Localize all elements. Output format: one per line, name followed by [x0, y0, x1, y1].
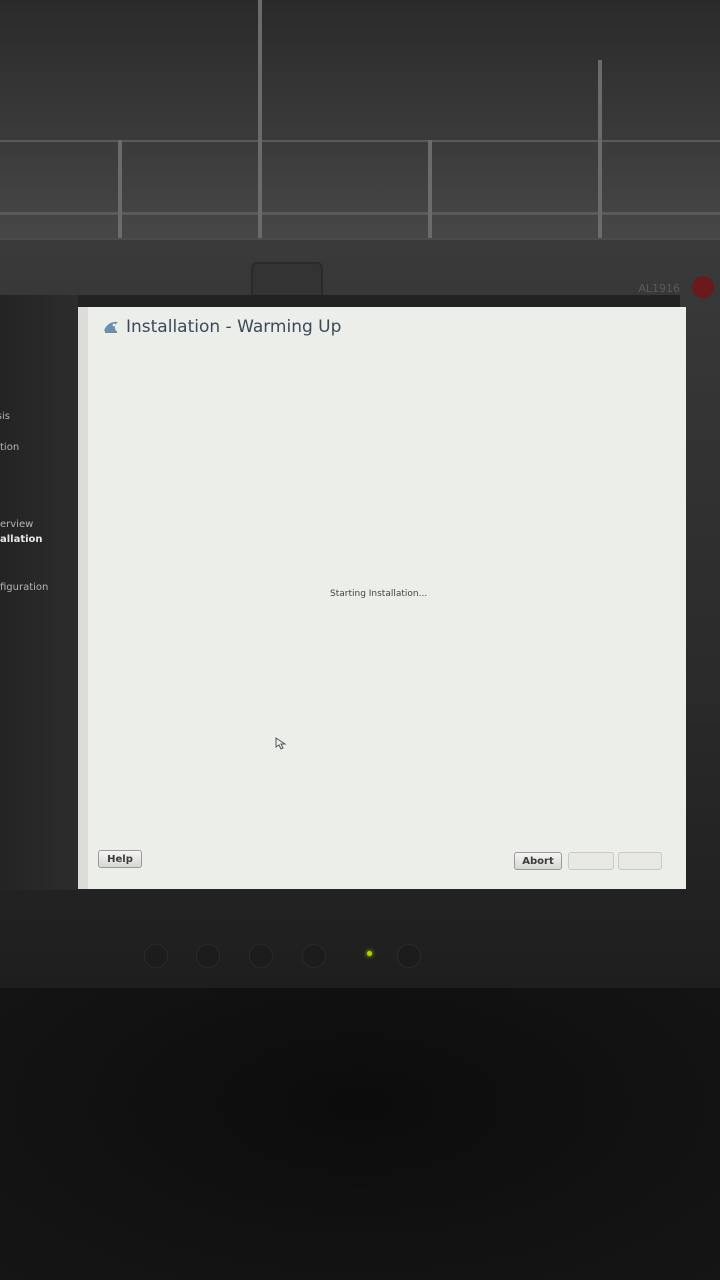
ceiling-support: [258, 0, 262, 240]
ceiling-support: [428, 140, 432, 240]
ceiling-support: [598, 60, 602, 240]
sidebar-item: erview: [0, 519, 34, 530]
sidebar-item-active: allation: [0, 534, 43, 545]
background-room: [0, 0, 720, 260]
monitor-control-button[interactable]: [144, 944, 168, 968]
next-button[interactable]: [618, 852, 662, 870]
chameleon-logo-icon: [102, 318, 120, 336]
help-button[interactable]: Help: [98, 850, 142, 868]
mouse-pointer-icon: [274, 735, 288, 750]
installer-sidebar: sis tion erview allation figuration: [0, 295, 78, 890]
power-button[interactable]: [397, 944, 421, 968]
ceiling-beam: [0, 140, 720, 142]
abort-button[interactable]: Abort: [514, 852, 562, 870]
monitor-control-button[interactable]: [249, 944, 273, 968]
page-title: Installation - Warming Up: [126, 317, 342, 337]
sidebar-item: sis: [0, 411, 10, 422]
installer-header: Installation - Warming Up: [102, 317, 341, 337]
monitor-model-label: AL1916: [638, 282, 680, 295]
ceiling-beam: [0, 212, 720, 215]
monitor-control-button[interactable]: [196, 944, 220, 968]
monitor-control-button[interactable]: [302, 944, 326, 968]
sidebar-item: tion: [0, 442, 20, 453]
power-led-icon: [367, 951, 372, 956]
desk-surface: [0, 988, 720, 1280]
monitor-badge-icon: [692, 276, 714, 298]
sidebar-item: figuration: [0, 582, 49, 593]
back-button[interactable]: [568, 852, 614, 870]
ceiling-support: [118, 140, 122, 240]
installation-status-text: Starting Installation...: [330, 589, 428, 599]
installer-window: Installation - Warming Up Starting Insta…: [78, 307, 686, 889]
monitor-screen: sis tion erview allation figuration Inst…: [0, 295, 686, 890]
